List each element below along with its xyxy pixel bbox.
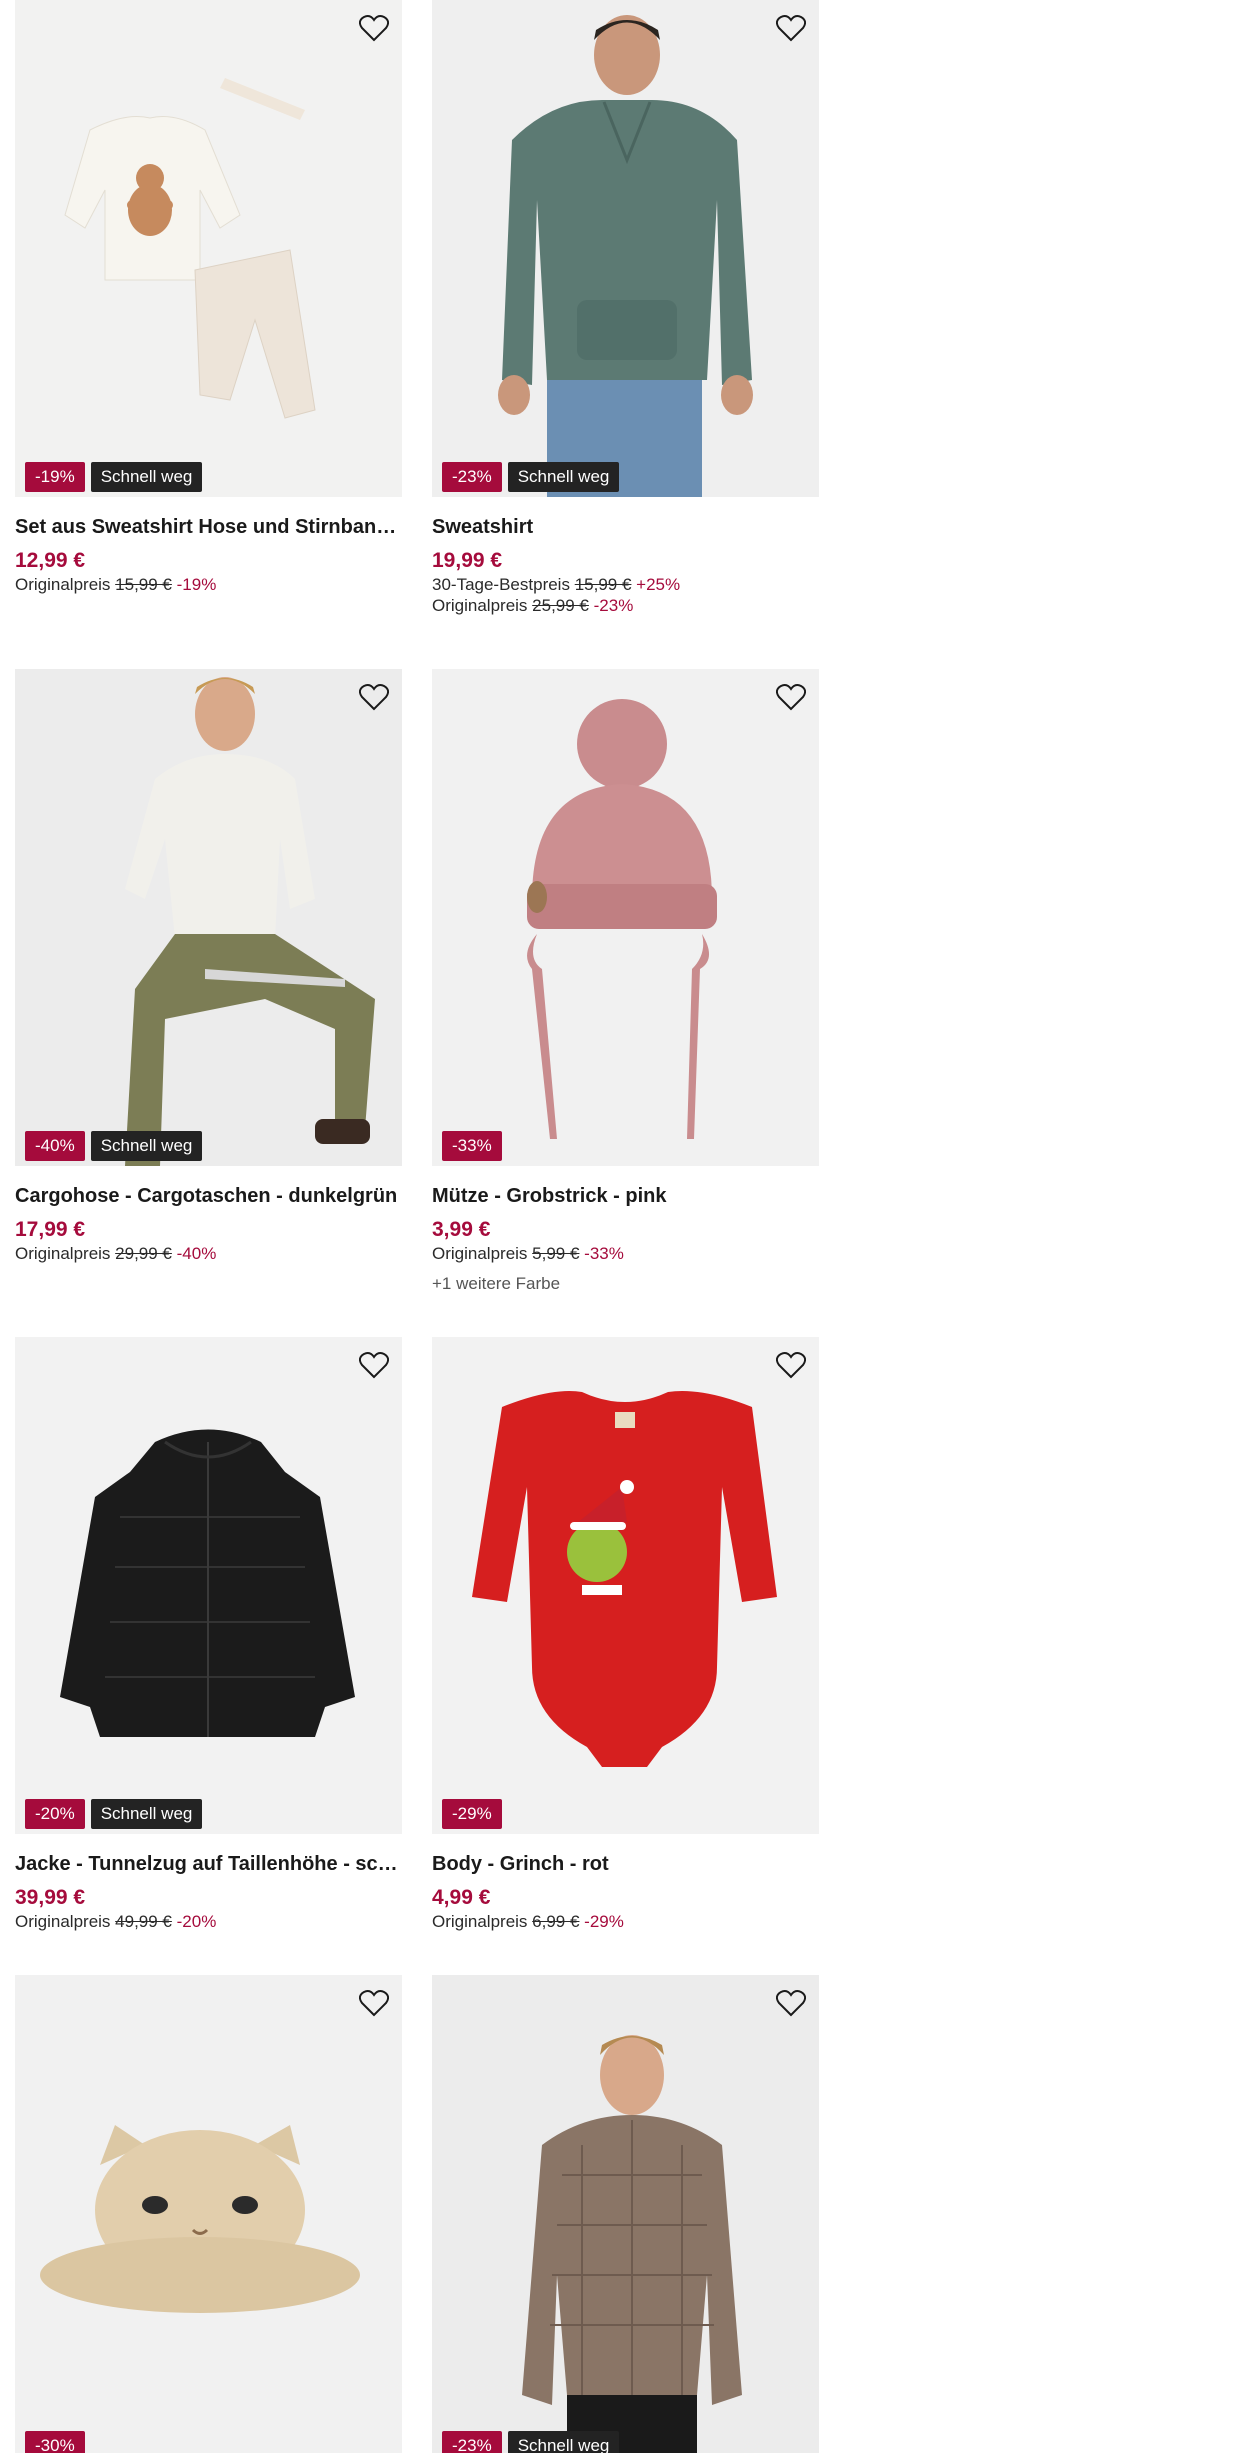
product-price: 4,99 €	[432, 1886, 491, 1909]
badge-group: -40% Schnell weg	[25, 1131, 203, 1161]
badge-group: -20% Schnell weg	[25, 1799, 203, 1829]
schnell-weg-badge: Schnell weg	[507, 462, 620, 492]
product-title[interactable]: Cargohose - Cargotaschen - dunkelgrün	[15, 1183, 402, 1209]
original-price-percent: -33%	[584, 1244, 624, 1263]
best-price: 15,99 €	[574, 575, 632, 594]
schnell-weg-badge: Schnell weg	[90, 1131, 203, 1161]
original-price-percent: -29%	[584, 1912, 624, 1931]
schnell-weg-badge: Schnell weg	[90, 1799, 203, 1829]
product-image[interactable]: -20% Schnell weg	[15, 1337, 402, 1834]
baby-set-gingerbread-image	[15, 0, 402, 497]
original-price-label: Originalpreis	[432, 596, 528, 615]
product-card[interactable]: -23% Schnell weg Sweatshirt 19,99 € 30-T…	[432, 0, 819, 616]
original-price: 6,99 €	[532, 1912, 580, 1931]
product-price: 17,99 €	[15, 1218, 86, 1241]
red-grinch-bodysuit-image	[432, 1337, 819, 1834]
wishlist-heart-icon[interactable]	[357, 1986, 391, 2020]
original-price-line: Originalpreis 5,99 € -33%	[432, 1243, 819, 1264]
discount-badge: -29%	[442, 1799, 502, 1829]
wishlist-heart-icon[interactable]	[357, 680, 391, 714]
original-price-percent: -19%	[176, 575, 217, 594]
badge-group: -19% Schnell weg	[25, 462, 203, 492]
original-price-label: Originalpreis	[432, 1244, 528, 1263]
wishlist-heart-icon[interactable]	[357, 11, 391, 45]
product-price: 12,99 €	[15, 549, 86, 572]
more-colors-link[interactable]: +1 weitere Farbe	[432, 1273, 819, 1294]
original-price-percent: -20%	[176, 1912, 217, 1931]
product-image[interactable]: -19% Schnell weg	[15, 0, 402, 497]
badge-group: -30%	[25, 2431, 85, 2453]
original-price-label: Originalpreis	[15, 575, 111, 594]
original-price-line: Originalpreis 49,99 € -20%	[15, 1911, 402, 1932]
wishlist-heart-icon[interactable]	[774, 680, 808, 714]
black-puffer-jacket-image	[15, 1337, 402, 1834]
original-price-line: Originalpreis 25,99 € -23%	[432, 595, 819, 616]
product-card[interactable]: -33% Mütze - Grobstrick - pink 3,99 € Or…	[432, 669, 819, 1294]
discount-badge: -40%	[25, 1131, 85, 1161]
discount-badge: -20%	[25, 1799, 85, 1829]
pink-knit-hat-image	[432, 669, 819, 1166]
product-card[interactable]: -19% Schnell weg Set aus Sweatshirt Hose…	[15, 0, 402, 595]
badge-group: -29%	[442, 1799, 502, 1829]
best-price-label: 30-Tage-Bestpreis	[432, 575, 570, 594]
product-card[interactable]: -20% Schnell weg Jacke - Tunnelzug auf T…	[15, 1337, 402, 1932]
cat-straw-hat-image	[15, 1975, 402, 2453]
badge-group: -33%	[442, 1131, 502, 1161]
discount-badge: -19%	[25, 462, 85, 492]
product-card[interactable]: -29% Body - Grinch - rot 4,99 € Original…	[432, 1337, 819, 1932]
original-price-label: Originalpreis	[432, 1912, 528, 1931]
product-card[interactable]: -40% Schnell weg Cargohose - Cargotasche…	[15, 669, 402, 1264]
schnell-weg-badge: Schnell weg	[90, 462, 203, 492]
product-image[interactable]: -40% Schnell weg	[15, 669, 402, 1166]
wishlist-heart-icon[interactable]	[774, 1986, 808, 2020]
original-price: 49,99 €	[115, 1912, 172, 1931]
product-card[interactable]: -30%	[15, 1975, 402, 2453]
best-price-line: 30-Tage-Bestpreis 15,99 € +25%	[432, 574, 819, 595]
product-image[interactable]: -29%	[432, 1337, 819, 1834]
wishlist-heart-icon[interactable]	[357, 1348, 391, 1382]
discount-badge: -23%	[442, 2431, 502, 2453]
original-price: 5,99 €	[532, 1244, 580, 1263]
original-price-percent: -40%	[176, 1244, 217, 1263]
wishlist-heart-icon[interactable]	[774, 1348, 808, 1382]
product-image[interactable]: -23% Schnell weg	[432, 1975, 819, 2453]
green-sweatshirt-model-image	[432, 0, 819, 497]
original-price: 29,99 €	[115, 1244, 172, 1263]
wishlist-heart-icon[interactable]	[774, 11, 808, 45]
badge-group: -23% Schnell weg	[442, 2431, 620, 2453]
product-image[interactable]: -30%	[15, 1975, 402, 2453]
discount-badge: -33%	[442, 1131, 502, 1161]
product-title[interactable]: Sweatshirt	[432, 514, 819, 540]
schnell-weg-badge: Schnell weg	[507, 2431, 620, 2453]
original-price-line: Originalpreis 15,99 € -19%	[15, 574, 402, 595]
best-price-percent: +25%	[636, 575, 681, 594]
original-price: 15,99 €	[115, 575, 172, 594]
product-title[interactable]: Mütze - Grobstrick - pink	[432, 1183, 819, 1209]
original-price-label: Originalpreis	[15, 1912, 111, 1931]
product-price: 39,99 €	[15, 1886, 86, 1909]
original-price: 25,99 €	[532, 596, 589, 615]
product-card[interactable]: -23% Schnell weg	[432, 1975, 819, 2453]
original-price-percent: -23%	[593, 596, 634, 615]
product-image[interactable]: -23% Schnell weg	[432, 0, 819, 497]
checked-shirt-model-image	[432, 1975, 819, 2453]
product-title[interactable]: Jacke - Tunnelzug auf Taillenhöhe - schw…	[15, 1851, 402, 1877]
product-title[interactable]: Body - Grinch - rot	[432, 1851, 819, 1877]
original-price-line: Originalpreis 6,99 € -29%	[432, 1911, 819, 1932]
product-price: 19,99 €	[432, 549, 503, 572]
badge-group: -23% Schnell weg	[442, 462, 620, 492]
product-price: 3,99 €	[432, 1218, 491, 1241]
product-image[interactable]: -33%	[432, 669, 819, 1166]
discount-badge: -30%	[25, 2431, 85, 2453]
original-price-label: Originalpreis	[15, 1244, 111, 1263]
product-title[interactable]: Set aus Sweatshirt Hose und Stirnband - …	[15, 514, 402, 540]
cargo-pants-model-image	[15, 669, 402, 1166]
discount-badge: -23%	[442, 462, 502, 492]
original-price-line: Originalpreis 29,99 € -40%	[15, 1243, 402, 1264]
